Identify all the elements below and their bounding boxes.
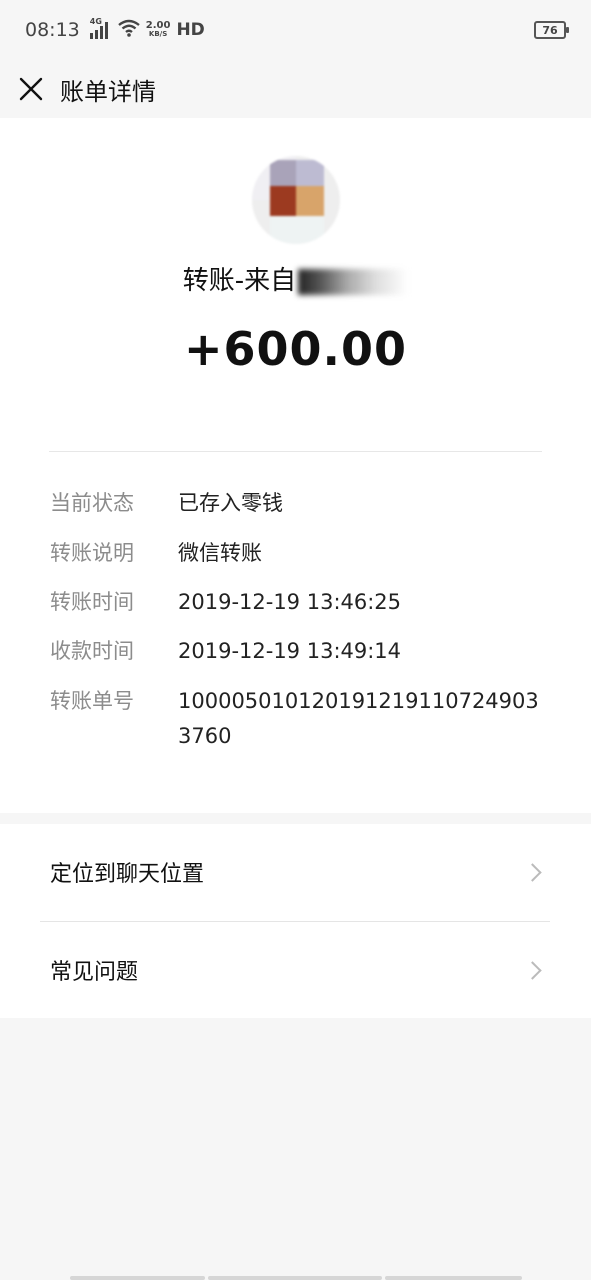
signal-icon: 4G [89, 17, 108, 39]
detail-label: 转账单号 [50, 689, 134, 713]
transfer-title: 转账-来自 [0, 260, 591, 297]
sender-name-redacted [298, 268, 409, 295]
status-bar-left: 08:13 4G 2.00 KB/S HD [25, 17, 205, 42]
detail-row-note: 转账说明 微信转账 [50, 536, 550, 571]
network-speed: 2.00 KB/S [146, 21, 171, 39]
detail-row-transfer-time: 转账时间 2019-12-19 13:46:25 [50, 585, 550, 620]
detail-label: 收款时间 [50, 639, 134, 663]
chevron-right-icon [523, 862, 542, 882]
network-type: 4G [89, 17, 102, 26]
gesture-bar [385, 1276, 522, 1280]
transfer-amount: +600.00 [183, 322, 408, 376]
detail-value: 已存入零钱 [178, 491, 283, 515]
battery-level: 76 [542, 23, 558, 37]
menu-item-label: 定位到聊天位置 [50, 862, 205, 887]
status-bar: 08:13 4G 2.00 KB/S HD 76 [0, 0, 591, 60]
gesture-bar [70, 1276, 205, 1280]
menu-item-label: 常见问题 [50, 960, 139, 985]
hd-indicator: HD [176, 20, 205, 40]
detail-value: 2019-12-19 13:49:14 [178, 639, 402, 663]
detail-label: 转账说明 [50, 541, 134, 565]
close-button[interactable] [16, 74, 46, 104]
clock: 08:13 [25, 19, 80, 41]
locate-chat-item[interactable]: 定位到聊天位置 [0, 824, 591, 920]
close-icon [19, 77, 43, 101]
speed-value: 2.00 [145, 20, 171, 31]
avatar [252, 156, 340, 244]
detail-value: 2019-12-19 13:46:25 [178, 590, 402, 614]
detail-value: 1000050101201912191107249033760 [178, 689, 539, 748]
detail-row-receive-time: 收款时间 2019-12-19 13:49:14 [50, 634, 550, 669]
gesture-bar [208, 1276, 382, 1280]
detail-value: 微信转账 [178, 541, 262, 565]
chevron-right-icon [523, 960, 542, 980]
nav-bar: 账单详情 [0, 60, 591, 118]
transfer-title-text: 转账-来自 [182, 266, 297, 296]
detail-row-status: 当前状态 已存入零钱 [50, 486, 550, 521]
detail-row-transaction-id: 转账单号 1000050101201912191107249033760 [50, 684, 550, 754]
action-menu: 定位到聊天位置 常见问题 [0, 824, 591, 1018]
page-title: 账单详情 [60, 77, 156, 106]
battery-icon: 76 [534, 21, 569, 39]
wifi-icon [118, 19, 140, 42]
detail-label: 当前状态 [50, 491, 134, 515]
transaction-card: 转账-来自 +600.00 当前状态 已存入零钱 转账说明 微信转账 转账时间 … [0, 118, 591, 813]
speed-unit: KB/S [148, 30, 168, 38]
divider [49, 451, 542, 452]
detail-label: 转账时间 [50, 590, 134, 614]
faq-item[interactable]: 常见问题 [0, 922, 591, 1018]
